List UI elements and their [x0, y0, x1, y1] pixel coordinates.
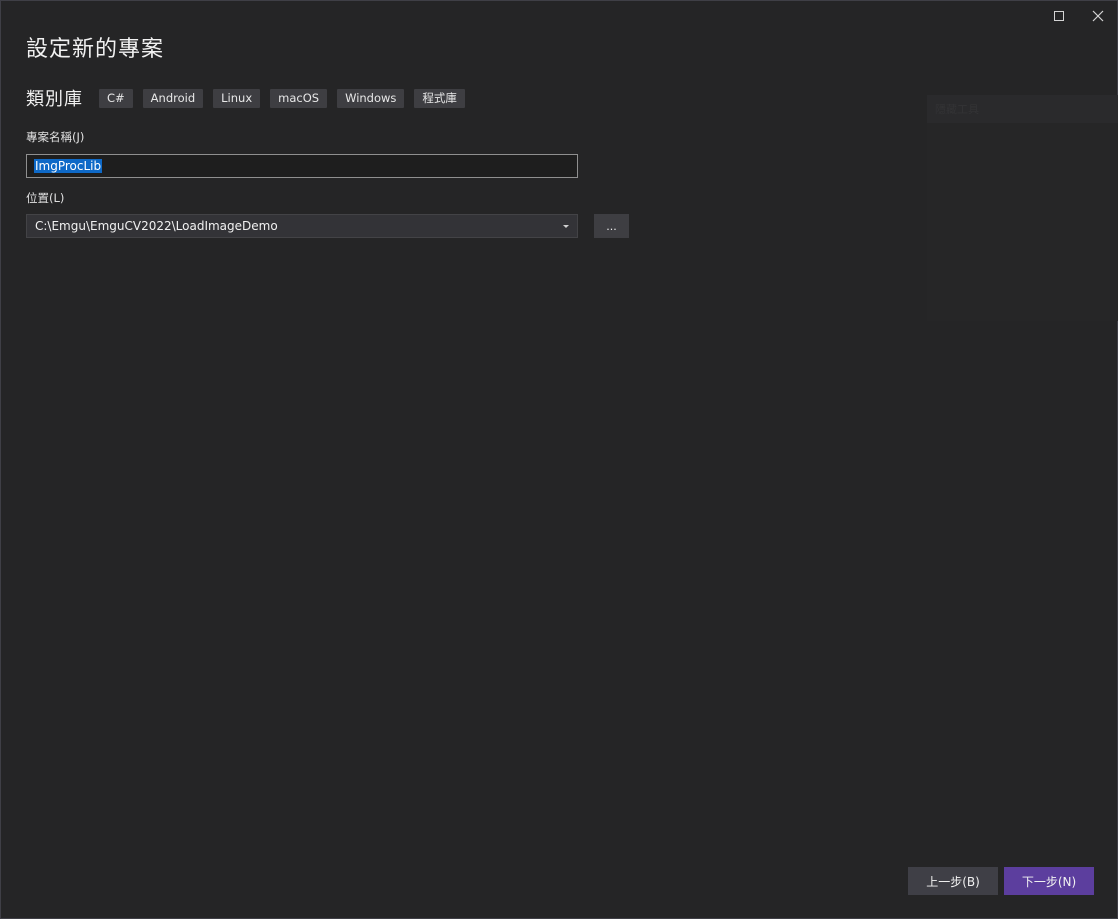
project-name-label: 專案名稱(J)	[26, 130, 85, 144]
tag-csharp: C#	[99, 88, 133, 108]
tag-library: 程式庫	[414, 88, 465, 108]
tag-windows: Windows	[337, 88, 405, 108]
background-tool-panel: 隱藏工具	[927, 95, 1118, 321]
background-tool-panel-title: 隱藏工具	[935, 103, 979, 116]
dialog-title: 設定新的專案	[26, 37, 165, 62]
close-icon	[1092, 10, 1104, 22]
tag-android: Android	[142, 88, 204, 108]
create-project-dialog: 設定新的專案 類別庫 C# Android Linux macOS Window…	[0, 0, 1118, 919]
chevron-down-icon[interactable]	[563, 224, 569, 228]
maximize-icon	[1054, 11, 1064, 21]
location-combobox[interactable]: C:\Emgu\EmguCV2022\LoadImageDemo	[26, 214, 578, 238]
browse-button[interactable]: ...	[594, 214, 629, 238]
location-label: 位置(L)	[26, 191, 65, 205]
maximize-button[interactable]	[1041, 3, 1077, 29]
back-button[interactable]: 上一步(B)	[908, 867, 998, 895]
template-summary: 類別庫 C# Android Linux macOS Windows 程式庫	[26, 85, 475, 111]
tag-macos: macOS	[270, 88, 328, 108]
tag-linux: Linux	[213, 88, 261, 108]
location-value: C:\Emgu\EmguCV2022\LoadImageDemo	[35, 219, 278, 233]
project-name-value: ImgProcLib	[34, 159, 103, 173]
background-tool-panel-header: 隱藏工具	[927, 95, 1118, 123]
project-name-input[interactable]: ImgProcLib	[26, 154, 578, 178]
close-button[interactable]	[1080, 3, 1116, 29]
next-button[interactable]: 下一步(N)	[1004, 867, 1094, 895]
template-name: 類別庫	[26, 89, 83, 110]
